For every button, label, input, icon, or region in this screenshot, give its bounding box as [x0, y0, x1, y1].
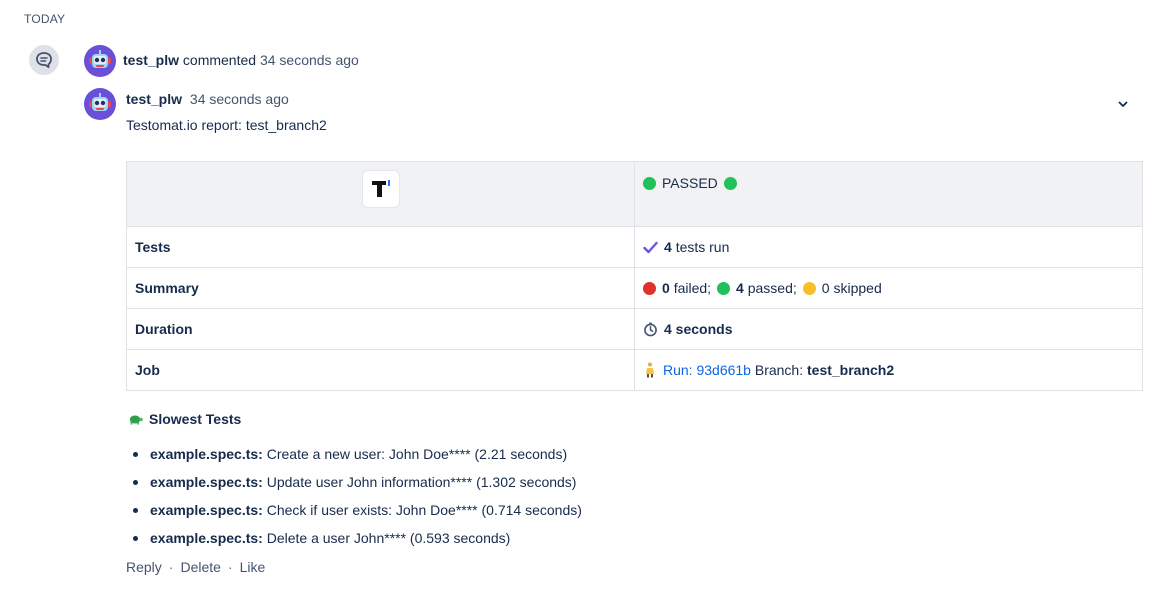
comment-author[interactable]: test_plw [126, 91, 182, 107]
activity-author[interactable]: test_plw [123, 52, 179, 68]
test-desc: Check if user exists: John Doe**** (0.71… [266, 502, 582, 518]
row-value-tests: 4 tests run [634, 226, 1143, 268]
delete-button[interactable]: Delete [180, 559, 220, 575]
slowest-tests-list: example.spec.ts: Create a new user: John… [133, 440, 582, 552]
activity-time: 34 seconds ago [259, 52, 359, 68]
passed-dot-icon [723, 176, 737, 190]
avatar[interactable] [84, 88, 116, 120]
activity-action: commented [182, 52, 257, 68]
row-value-summary: 0 failed; 4 passed; 0 skipped [634, 267, 1143, 309]
comment-meta: test_plw 34 seconds ago [126, 91, 289, 107]
job-run-link[interactable]: Run: 93d661b [663, 362, 751, 378]
chevron-down-icon[interactable] [1115, 96, 1131, 112]
robot-avatar-icon [89, 50, 111, 68]
skipped-dot-icon [802, 281, 816, 295]
failed-count: 0 [662, 280, 670, 296]
row-label-tests: Tests [126, 226, 635, 268]
row-value-job: Run: 93d661b Branch: test_branch2 [634, 349, 1143, 391]
comment-icon [29, 45, 59, 75]
stopwatch-icon [644, 322, 657, 336]
like-button[interactable]: Like [240, 559, 266, 575]
tests-text: tests run [675, 239, 730, 255]
table-row: Tests 4 tests run [126, 226, 1143, 268]
avatar[interactable] [84, 45, 116, 77]
test-desc: Update user John information**** (1.302 … [266, 474, 577, 490]
report-table: PASSED Tests 4 tests run Summary 0 faile… [126, 161, 1143, 391]
turtle-icon [129, 415, 143, 425]
reply-button[interactable]: Reply [126, 559, 162, 575]
separator: · [168, 559, 174, 575]
list-item: example.spec.ts: Update user John inform… [133, 468, 582, 496]
check-icon [643, 241, 658, 253]
skipped-count: 0 [821, 280, 830, 296]
passed-dot-icon [643, 176, 656, 190]
row-label-job: Job [126, 349, 635, 391]
report-header-row: PASSED [126, 161, 1143, 227]
report-logo-cell [126, 161, 635, 227]
runner-icon [646, 362, 654, 378]
activity-headline: test_plw commented 34 seconds ago [123, 52, 359, 68]
comment-title: Testomat.io report: test_branch2 [126, 117, 327, 133]
list-item: example.spec.ts: Delete a user John**** … [133, 524, 582, 552]
test-file: example.spec.ts: [150, 474, 263, 490]
table-row: Summary 0 failed; 4 passed; 0 skipped [126, 267, 1143, 309]
duration-value: 4 seconds [664, 321, 733, 337]
testomat-logo-icon [361, 170, 400, 208]
passed-dot-icon [717, 281, 731, 295]
slowest-tests-title: Slowest Tests [149, 411, 242, 427]
test-desc: Create a new user: John Doe**** (2.21 se… [266, 446, 568, 462]
job-branch-label: Branch: [754, 362, 804, 378]
tests-count: 4 [664, 239, 672, 255]
job-branch-value: test_branch2 [807, 362, 895, 378]
list-item: example.spec.ts: Create a new user: John… [133, 440, 582, 468]
table-row: Job Run: 93d661b Branch: test_branch2 [126, 349, 1143, 391]
test-file: example.spec.ts: [150, 446, 263, 462]
robot-avatar-icon [89, 93, 111, 111]
table-row: Duration 4 seconds [126, 308, 1143, 350]
test-file: example.spec.ts: [150, 502, 263, 518]
skipped-text: skipped [833, 280, 882, 296]
test-file: example.spec.ts: [150, 530, 263, 546]
failed-text: failed; [673, 280, 712, 296]
passed-count: 4 [736, 280, 744, 296]
test-desc: Delete a user John**** (0.593 seconds) [266, 530, 511, 546]
timeline-group-label: TODAY [24, 12, 66, 26]
row-label-summary: Summary [126, 267, 635, 309]
comment-time[interactable]: 34 seconds ago [190, 91, 289, 107]
failed-dot-icon [643, 281, 656, 295]
list-item: example.spec.ts: Check if user exists: J… [133, 496, 582, 524]
row-label-duration: Duration [126, 308, 635, 350]
slowest-tests-heading: Slowest Tests [128, 411, 241, 427]
passed-text: passed; [747, 280, 797, 296]
status-label: PASSED [662, 175, 718, 191]
separator: · [227, 559, 233, 575]
row-value-duration: 4 seconds [634, 308, 1143, 350]
comment-actions: Reply · Delete · Like [126, 559, 265, 575]
report-status-cell: PASSED [634, 161, 1143, 227]
